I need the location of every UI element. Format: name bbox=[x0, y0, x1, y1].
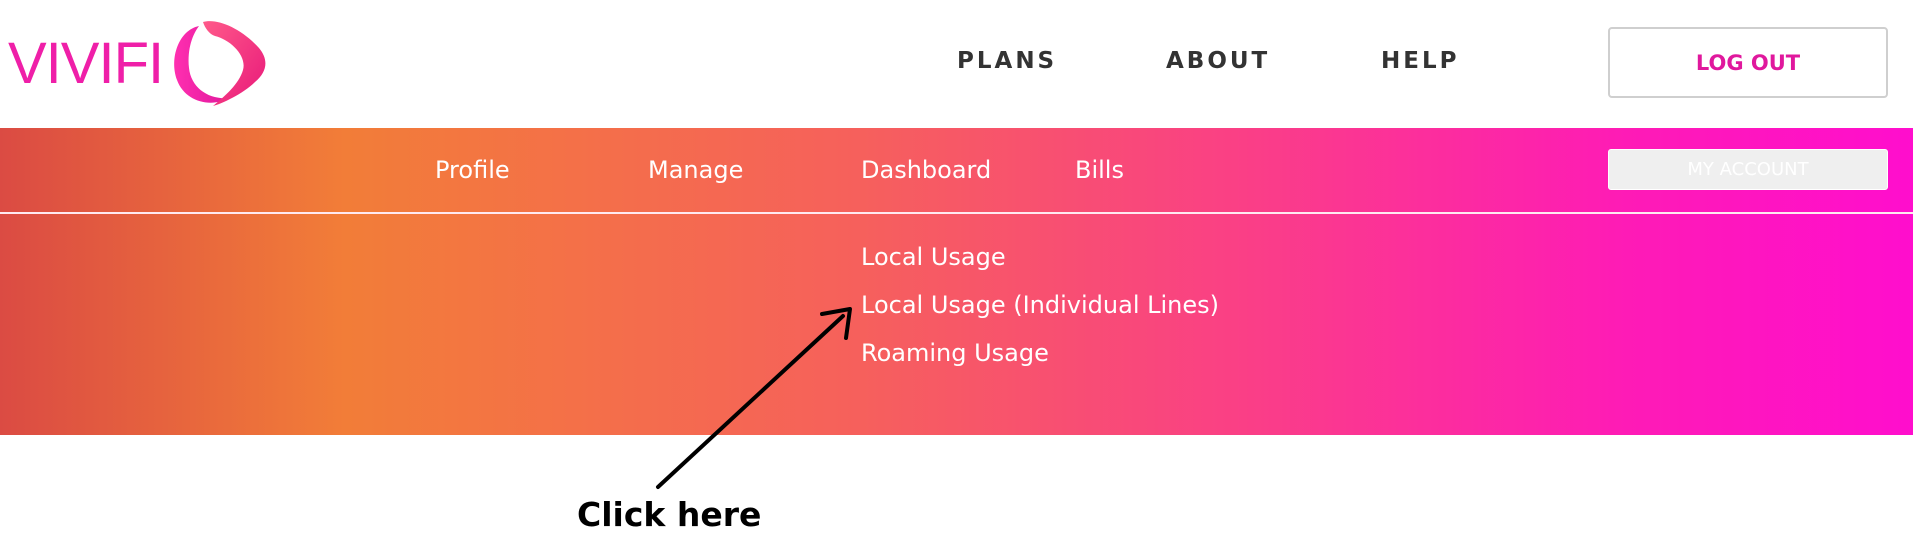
nav-plans[interactable]: PLANS bbox=[957, 48, 1057, 74]
brand-logo[interactable]: VIVIFI bbox=[8, 18, 269, 110]
dashboard-dropdown-menu: Local Usage Local Usage (Individual Line… bbox=[861, 233, 1219, 377]
sub-nav-dashboard[interactable]: Dashboard bbox=[861, 156, 991, 184]
my-account-button[interactable]: MY ACCOUNT bbox=[1608, 149, 1888, 190]
annotation-label: Click here bbox=[577, 495, 762, 534]
logout-button[interactable]: LOG OUT bbox=[1608, 27, 1888, 98]
menu-item-local-usage[interactable]: Local Usage bbox=[861, 233, 1219, 281]
account-nav-band: Profile Manage Dashboard Bills MY ACCOUN… bbox=[0, 128, 1913, 435]
sub-nav-bills[interactable]: Bills bbox=[1075, 156, 1124, 184]
top-header: VIVIFI PLANS ABOUT HELP LOG OUT bbox=[0, 0, 1913, 128]
menu-item-roaming-usage[interactable]: Roaming Usage bbox=[861, 329, 1219, 377]
brand-name: VIVIFI bbox=[8, 31, 164, 96]
nav-about[interactable]: ABOUT bbox=[1166, 48, 1270, 74]
vivifi-swirl-logo-icon bbox=[174, 21, 266, 107]
sub-nav-profile[interactable]: Profile bbox=[435, 156, 510, 184]
nav-help[interactable]: HELP bbox=[1381, 48, 1459, 74]
menu-item-local-usage-individual-lines[interactable]: Local Usage (Individual Lines) bbox=[861, 281, 1219, 329]
nav-divider bbox=[0, 212, 1913, 214]
sub-nav-manage[interactable]: Manage bbox=[648, 156, 743, 184]
